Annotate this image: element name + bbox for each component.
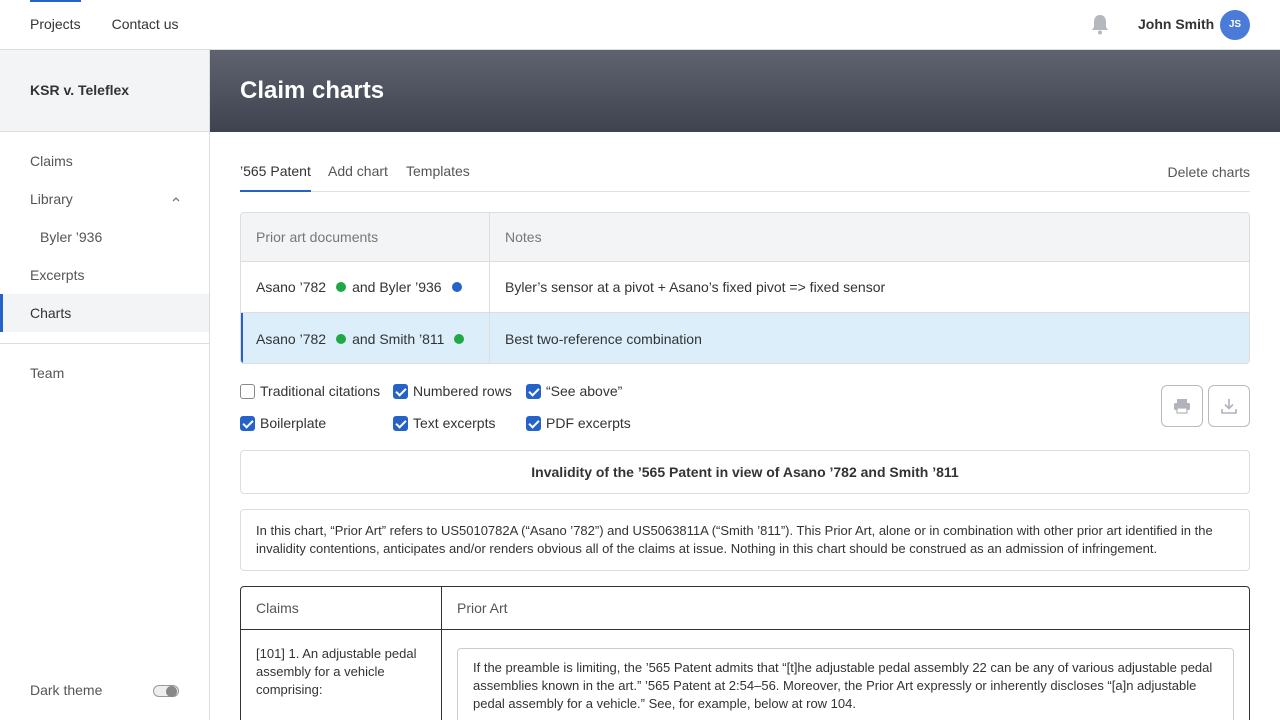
checkbox-traditional-citations[interactable] [240,383,255,399]
conjunction: and [352,279,376,295]
claims-table: Claims Prior Art [101] 1. An adjustable … [240,586,1250,720]
document-name: Byler ’936 [379,279,442,295]
status-dot [336,333,347,344]
download-icon [1221,399,1237,414]
bell-icon[interactable] [1090,13,1110,35]
conjunction: and [352,330,376,347]
sidebar-item-label: Team [30,365,65,381]
claims-table-header: Claims Prior Art [241,587,1249,630]
sidebar-item-library[interactable]: Library [0,180,209,218]
option-see-above[interactable]: “See above” [526,383,622,399]
sidebar-item-label: Excerpts [30,267,85,283]
prior-art-cell: If the preamble is limiting, the ’565 Pa… [442,630,1249,720]
sidebar-item-label: Charts [30,305,72,321]
option-boilerplate[interactable]: Boilerplate [240,415,326,431]
chevron-up-icon[interactable] [172,195,180,203]
status-dot [454,333,465,344]
tab-templates[interactable]: Templates [406,150,470,192]
checkbox-pdf-excerpts[interactable] [526,415,541,431]
document-name: Smith ’811 [379,330,445,347]
document-name: Asano ’782 [256,330,327,347]
sidebar: KSR v. Teleflex Claims Library Byler ’93… [0,50,210,720]
dark-theme-toggle[interactable] [153,685,179,697]
option-numbered-rows[interactable]: Numbered rows [393,383,512,399]
option-label: Boilerplate [260,415,327,431]
sidebar-item-charts[interactable]: Charts [0,294,209,332]
download-button[interactable] [1208,385,1250,427]
notes-cell: Best two-reference combination [505,330,702,347]
sidebar-item-label: Claims [30,153,73,169]
sidebar-list: Claims Library Byler ’936 Excerpts Chart… [0,132,209,392]
option-text-excerpts[interactable]: Text excerpts [393,415,495,431]
page-title: Claim charts [240,77,385,104]
checkbox-see-above[interactable] [526,383,541,399]
documents-cell: Asano ’782 and Smith ’811 [241,313,490,363]
sidebar-item-label: Library [30,191,73,207]
print-button[interactable] [1161,385,1203,427]
documents-cell: Asano ’782 and Byler ’936 [241,262,490,312]
table-header: Prior art documents Notes [241,213,1249,262]
option-label: PDF excerpts [546,415,631,431]
chart-title[interactable]: Invalidity of the ’565 Patent in view of… [240,450,1250,494]
status-dot [451,282,462,292]
column-header-prior-art: Prior Art [457,600,508,616]
avatar[interactable]: JS [1220,10,1250,40]
print-icon [1174,399,1190,414]
column-header-claims: Claims [241,587,442,629]
table-row[interactable]: Asano ’782 and Smith ’811 Best two-refer… [241,313,1249,363]
option-label: Traditional citations [260,383,381,399]
chart-tabs: ’565 Patent Add chart Templates Delete c… [240,150,1250,192]
claim-text[interactable]: [101] 1. An adjustable pedal assembly fo… [241,630,442,720]
sidebar-item-byler[interactable]: Byler ’936 [0,218,209,256]
dark-theme-row: Dark theme [30,680,180,700]
status-dot [336,282,347,292]
nav-contact-link[interactable]: Contact us [112,0,179,49]
option-traditional-citations[interactable]: Traditional citations [240,383,380,399]
sidebar-item-team[interactable]: Team [0,354,209,392]
document-name: Asano ’782 [256,279,327,295]
top-navigation-bar: Projects Contact us John Smith JS [0,0,1280,50]
sidebar-item-excerpts[interactable]: Excerpts [0,256,209,294]
delete-charts-button[interactable]: Delete charts [1168,151,1250,193]
checkbox-numbered-rows[interactable] [393,383,408,399]
checkbox-boilerplate[interactable] [240,415,255,431]
prior-art-table: Prior art documents Notes Asano ’782 and… [240,212,1250,364]
option-label: Text excerpts [413,415,496,431]
tab-565-patent[interactable]: ’565 Patent [240,150,311,192]
tab-add-chart[interactable]: Add chart [328,150,388,192]
table-row: [101] 1. An adjustable pedal assembly fo… [241,630,1249,720]
prior-art-text[interactable]: If the preamble is limiting, the ’565 Pa… [457,648,1234,720]
option-label: Numbered rows [413,383,512,399]
user-name[interactable]: John Smith [1138,0,1214,49]
dark-theme-label: Dark theme [30,682,103,698]
chart-intro-text[interactable]: In this chart, “Prior Art” refers to US5… [240,509,1250,571]
top-nav: Projects Contact us [30,0,179,49]
sidebar-divider [0,343,209,344]
nav-projects-link[interactable]: Projects [30,0,81,49]
option-label: “See above” [546,383,623,399]
case-name[interactable]: KSR v. Teleflex [0,50,209,132]
option-pdf-excerpts[interactable]: PDF excerpts [526,415,631,431]
sidebar-item-label: Byler ’936 [40,229,103,245]
sidebar-item-claims[interactable]: Claims [0,142,209,180]
checkbox-text-excerpts[interactable] [393,415,408,431]
table-row[interactable]: Asano ’782 and Byler ’936 Byler’s sensor… [241,262,1249,313]
column-header-notes: Notes [505,229,542,245]
notes-cell: Byler’s sensor at a pivot + Asano’s fixe… [505,279,886,295]
page-header: Claim charts [210,50,1280,132]
column-header-documents: Prior art documents [241,213,490,261]
